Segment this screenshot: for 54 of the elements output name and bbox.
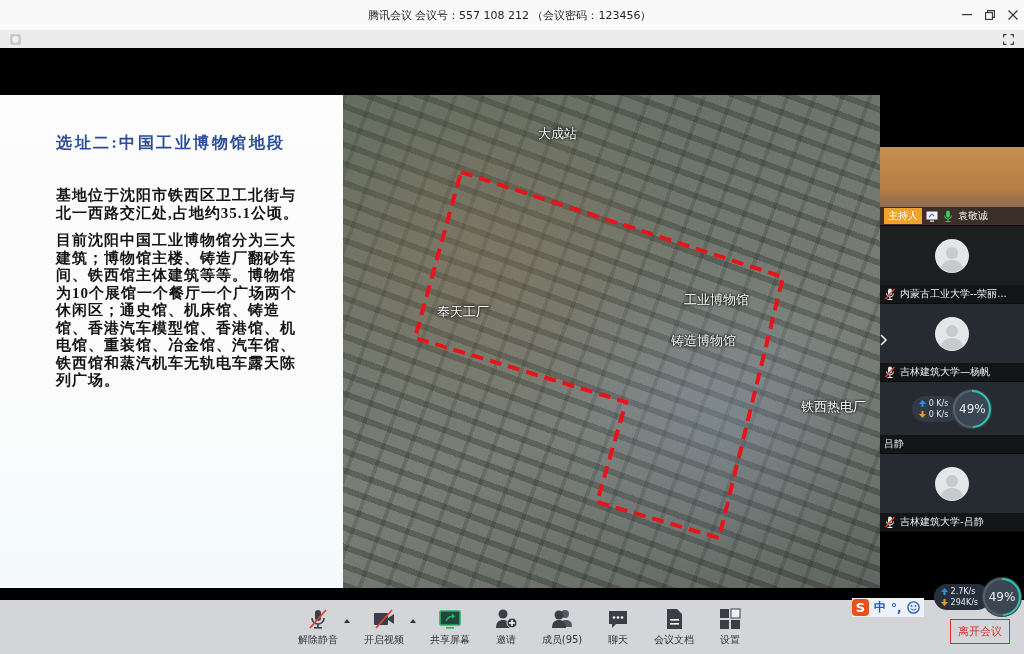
avatar-icon <box>935 238 969 273</box>
participant-name: 吉林建筑大学-吕静 <box>900 515 984 529</box>
chevron-right-icon <box>880 334 887 346</box>
close-icon <box>1008 10 1018 20</box>
settings-button[interactable]: 设置 <box>706 607 754 647</box>
fullscreen-button[interactable] <box>1003 33 1014 45</box>
slide-paragraph: 目前沈阳中国工业博物馆分为三大建筑；博物馆主楼、铸造厂翻砂车间、铁西馆主体建筑等等。博物馆为10个展馆一个餐厅一个广场两个休闲区；通史馆、机床馆、铸造馆、香港汽车模型馆、香港馆、机电馆、重装馆、冶金馆、汽车馆、铁西馆和蒸汽机车无轨电车露天陈列广场。 <box>56 232 298 390</box>
load-reading: 49% <box>959 401 986 416</box>
restore-button[interactable] <box>984 9 996 21</box>
slide-heading: 选址二:中国工业博物馆地段 <box>56 133 286 153</box>
window-title: 腾讯会议 会议号：557 108 212 （会议密码：123456） <box>367 7 652 23</box>
participant-name: 吕静 <box>884 437 904 451</box>
input-method-logo: S <box>852 599 869 616</box>
chat-button[interactable]: 聊天 <box>594 607 642 647</box>
members-button[interactable]: 成员(95) <box>538 607 586 647</box>
download-arrow-icon <box>940 599 948 606</box>
upload-rate: 0 K/s <box>928 398 949 408</box>
map-label: 奉天工厂 <box>437 304 489 320</box>
download-rate: 294K/s <box>950 598 978 607</box>
participant-name: 袁敬诚 <box>958 209 988 223</box>
share-screen-button[interactable]: 共享屏幕 <box>426 607 474 647</box>
download-arrow-icon <box>918 410 926 418</box>
map-label: 大成站 <box>538 126 577 142</box>
upload-arrow-icon <box>940 588 948 595</box>
map-label: 工业博物馆 <box>684 292 749 308</box>
participant-name: 吉林建筑大学—杨帆 <box>900 365 990 379</box>
next-page-button[interactable] <box>880 334 887 346</box>
slide-paragraph: 基地位于沈阳市铁西区卫工北街与北一西路交汇处,占地约35.1公顷。 <box>56 187 300 222</box>
upload-arrow-icon <box>918 399 926 407</box>
participant-name: 内蒙古工业大学--荣丽... <box>900 287 1007 301</box>
load-gauge-icon <box>952 388 993 429</box>
start-video-button[interactable]: 开启视频 <box>360 607 408 647</box>
input-mode[interactable]: 中 <box>874 599 886 616</box>
caret-icon <box>410 619 416 623</box>
download-rate: 0 K/s <box>928 409 949 419</box>
shield-icon <box>10 33 21 45</box>
host-badge: 主持人 <box>884 208 922 224</box>
punctuation-mode[interactable]: °, <box>891 600 902 615</box>
upload-rate: 2.7K/s <box>950 587 976 596</box>
close-button[interactable] <box>1007 9 1019 21</box>
avatar-icon <box>935 316 969 351</box>
smiley-icon[interactable] <box>906 601 920 614</box>
fullscreen-icon <box>1003 33 1014 45</box>
load-gauge-icon <box>982 577 1022 617</box>
caret-icon <box>344 619 350 623</box>
map-label: 铁西热电厂 <box>801 399 866 415</box>
map-label: 铸造博物馆 <box>671 333 736 349</box>
restore-icon <box>985 10 995 20</box>
unmute-button[interactable]: 解除静音 <box>294 607 342 647</box>
load-reading: 49% <box>988 590 1016 604</box>
avatar-icon <box>935 466 969 501</box>
minimize-icon <box>962 14 972 16</box>
documents-button[interactable]: 会议文档 <box>650 607 698 647</box>
invite-button[interactable]: 邀请 <box>482 607 530 647</box>
